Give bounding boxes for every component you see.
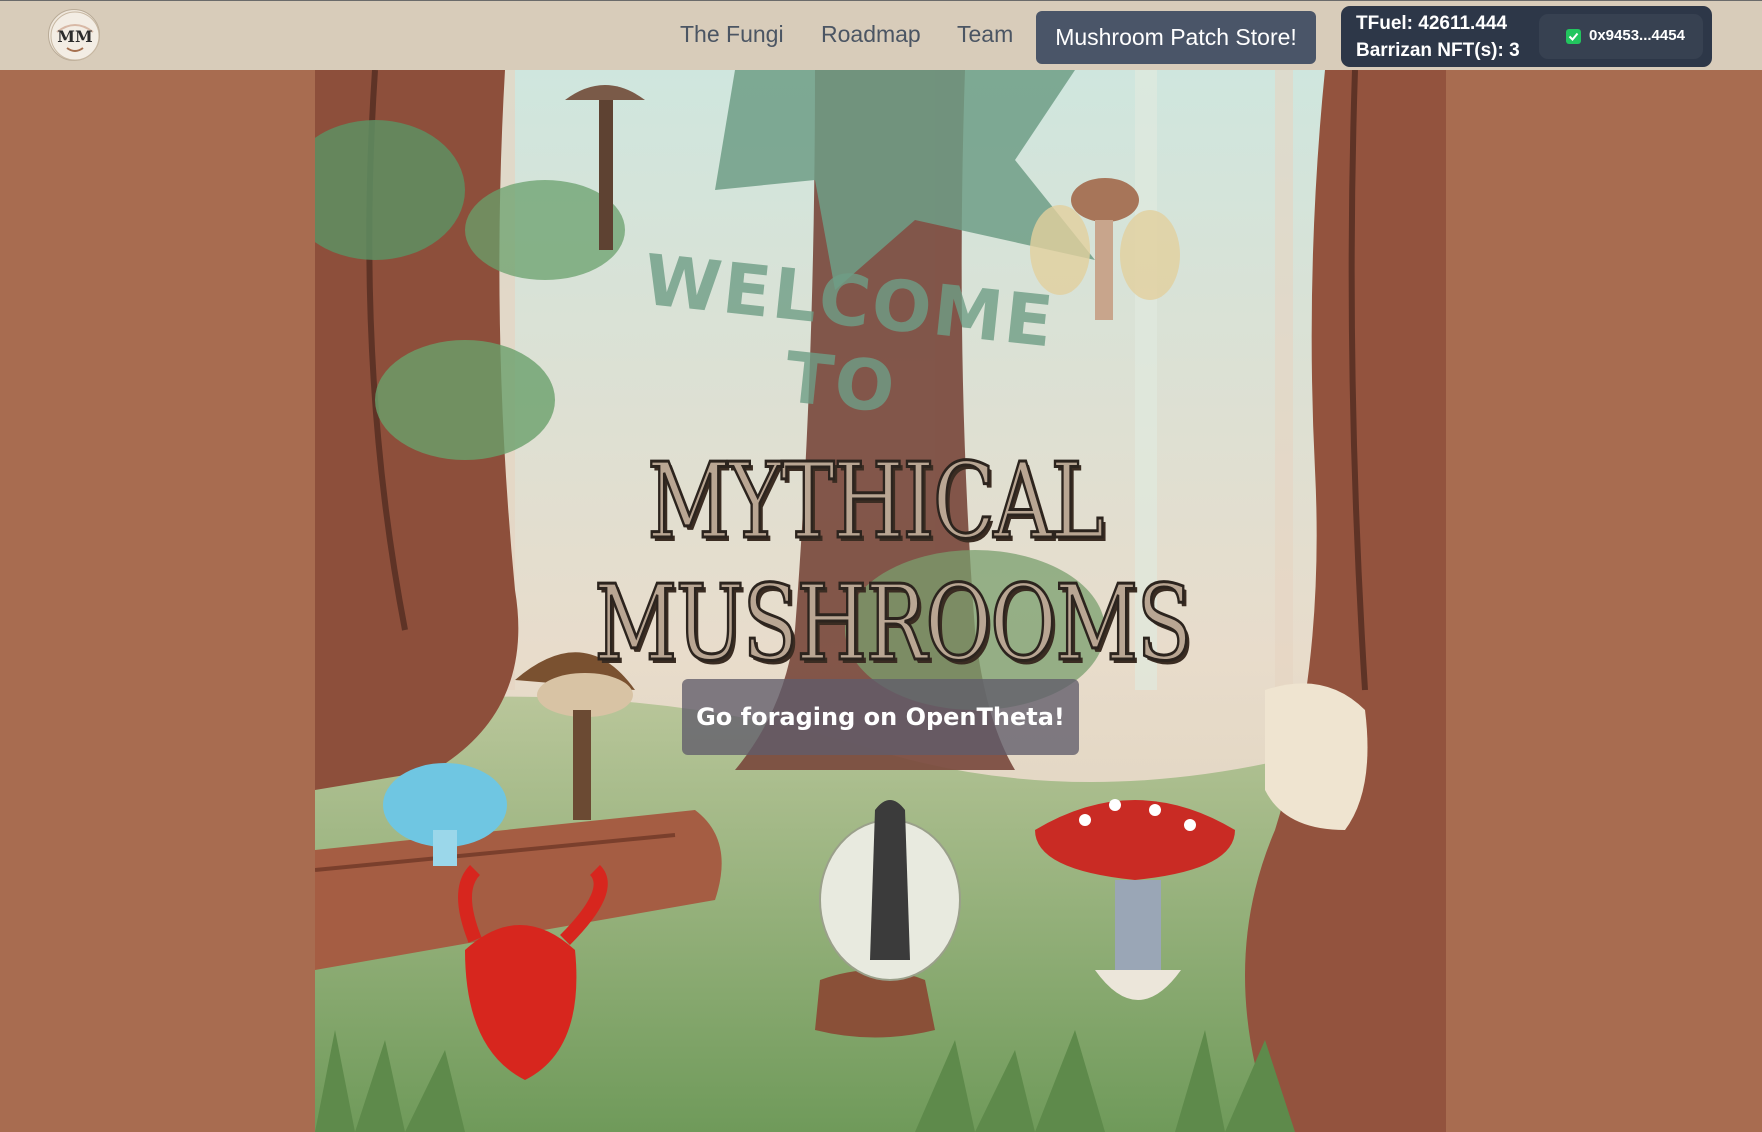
mushroom-patch-store-button[interactable]: Mushroom Patch Store! <box>1036 11 1316 64</box>
shaggy-mushroom <box>1265 683 1368 830</box>
tfuel-balance: TFuel: 42611.444 <box>1356 13 1508 34</box>
wallet-panel: TFuel: 42611.444 Barrizan NFT(s): 3 0x94… <box>1341 6 1712 67</box>
wallet-address-button[interactable]: 0x9453...4454 <box>1539 14 1703 59</box>
nft-count: Barrizan NFT(s): 3 <box>1356 40 1520 61</box>
nav-link-team[interactable]: Team <box>957 21 1013 48</box>
go-foraging-button[interactable]: Go foraging on OpenTheta! <box>682 679 1079 755</box>
top-navbar: MM The Fungi Roadmap Team Mushroom Patch… <box>0 0 1762 70</box>
logo-icon: MM <box>50 11 100 61</box>
mythical-mushrooms-title: MYTHICAL MUSHROOMS <box>593 439 1193 686</box>
wallet-address: 0x9453...4454 <box>1589 27 1685 44</box>
check-icon <box>1566 29 1581 44</box>
hero-banner: WELCOME TO MYTHICAL MUSHROOMS Go foragin… <box>315 70 1446 1132</box>
site-logo[interactable]: MM <box>48 9 100 61</box>
logo-text: MM <box>57 27 92 46</box>
nav-link-roadmap[interactable]: Roadmap <box>821 21 921 48</box>
nav-link-the-fungi[interactable]: The Fungi <box>680 21 784 48</box>
